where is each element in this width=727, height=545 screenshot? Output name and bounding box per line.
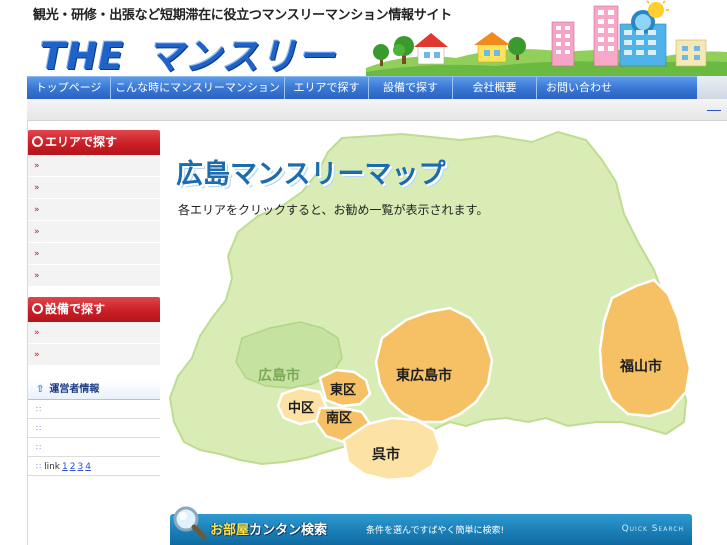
quick-search-bar: お部屋カンタン検索 条件を選んですばやく簡単に検索! Quick Search [170, 514, 692, 545]
chevron-right-icon: » [34, 271, 40, 281]
label-minami-ku[interactable]: 南区 [326, 410, 352, 426]
nav-item-company[interactable]: 会社概要 [453, 77, 537, 99]
link-label: link [44, 462, 61, 472]
region-fukuyama[interactable] [598, 278, 692, 418]
magnifier-icon [173, 506, 207, 540]
link-page-4[interactable]: 4 [85, 462, 91, 472]
list-item: » [28, 344, 160, 366]
nav-item-top[interactable]: トップページ [27, 77, 111, 99]
sidebar-facility-list: » » [28, 322, 160, 366]
sub-bar: ​​​​​​​​​​​​​​​​​​​​​​​​​​​​​​​​​​​​​​​​… [27, 99, 727, 121]
sidebar-facility-title: 設備で探す [45, 302, 106, 316]
list-item: » [28, 265, 160, 287]
list-item: » [28, 243, 160, 265]
sidebar-facility-link[interactable] [44, 348, 64, 360]
chevron-right-icon: » [34, 249, 40, 259]
sidebar-admin-link[interactable] [44, 424, 56, 434]
house-icon [414, 33, 448, 65]
chevron-right-icon: » [34, 227, 40, 237]
list-item: ∷ [28, 438, 160, 457]
link-page-2[interactable]: 2 [70, 462, 76, 472]
label-higashihiroshima[interactable]: 東広島市 [396, 367, 452, 384]
bullet-icon: ∷ [36, 424, 42, 433]
chevron-right-icon: » [34, 205, 40, 215]
sidebar-area-title: エリアで探す [45, 135, 118, 149]
list-item: » [28, 322, 160, 344]
list-item: ∷ [28, 419, 160, 438]
label-fukuyama[interactable]: 福山市 [619, 358, 662, 375]
logo-text-monthly: マンスリー [146, 35, 336, 76]
sidebar-area-link[interactable] [44, 269, 56, 281]
nav-item-contact[interactable]: お問い合わせ [537, 77, 621, 99]
list-item: » [28, 199, 160, 221]
sidebar-admin-list: ∷ ∷ ∷ ∷ link 1 2 3 4 [28, 400, 160, 476]
sidebar-admin-title: 運営者情報 [49, 384, 100, 395]
sidebar-area-heading: エリアで探す [28, 130, 160, 155]
quick-search-description: 条件を選んですばやく簡単に検索! [366, 526, 505, 536]
quick-search-title-part2: カンタン検索 [249, 523, 328, 538]
bullet-icon: ∷ [36, 462, 42, 471]
subbar-link[interactable]: ​​​​​​​​​​​​​​​​​​​​​​​​​​​​​​​​​​​​​​​​… [707, 105, 721, 113]
label-hiroshima-city[interactable]: 広島市 [258, 367, 300, 384]
sidebar-area-link[interactable] [44, 247, 56, 259]
bullet-icon: ∷ [36, 443, 42, 452]
map-title: 広島マンスリーマップ [176, 159, 446, 190]
site-header: 観光・研修・出張など短期滞在に役立つマンスリーマンション情報サイト THE マンス… [0, 0, 727, 76]
sidebar-facility-heading: 設備で探す [28, 297, 160, 322]
header-illustration [366, 0, 727, 76]
main-nav: トップページ こんな時にマンスリーマンション エリアで探す 設備で探す 会社概要… [27, 76, 697, 99]
quick-search-english-label: Quick Search [621, 524, 684, 534]
sidebar: エリアで探す » » » » » » 設備で探す » » ⇧ 運営者情報 ∷ ∷ … [28, 130, 160, 476]
nav-item-when-to-use[interactable]: こんな時にマンスリーマンション [111, 77, 285, 99]
map-subtitle: 各エリアをクリックすると、お勧め一覧が表示されます。 [178, 203, 489, 217]
nav-end-cap [697, 76, 727, 99]
link-page-1[interactable]: 1 [62, 462, 68, 472]
list-item: ∷ [28, 400, 160, 419]
logo-text-the: THE [40, 35, 125, 76]
sidebar-area-link[interactable] [44, 159, 56, 171]
chevron-right-icon: » [34, 328, 40, 338]
sidebar-admin-heading: ⇧ 運営者情報 [28, 380, 160, 400]
search-icon [32, 136, 43, 147]
label-higashi-ku[interactable]: 東区 [330, 382, 356, 398]
list-item: » [28, 177, 160, 199]
chevron-right-icon: » [34, 183, 40, 193]
sidebar-area-link[interactable] [44, 181, 56, 193]
nav-item-search-area[interactable]: エリアで探す [285, 77, 369, 99]
list-item: » [28, 221, 160, 243]
chevron-right-icon: » [34, 350, 40, 360]
home-icon: ⇧ [36, 384, 45, 395]
building-icon [551, 21, 575, 67]
link-page-3[interactable]: 3 [77, 462, 83, 472]
sidebar-area-link[interactable] [44, 225, 64, 237]
list-item: ∷ link 1 2 3 4 [28, 457, 160, 476]
nav-item-search-facility[interactable]: 設備で探す [369, 77, 453, 99]
sidebar-area-link[interactable] [44, 203, 56, 215]
chevron-right-icon: » [34, 161, 40, 171]
search-icon [32, 303, 43, 314]
sidebar-area-list: » » » » » » [28, 155, 160, 287]
main-content: 広島市 東区 中区 南区 東広島市 呉市 福山市 広島マンスリーマップ 各エリア… [166, 122, 727, 545]
list-item: » [28, 155, 160, 177]
label-naka-ku[interactable]: 中区 [288, 400, 314, 416]
sidebar-admin-link[interactable] [44, 405, 56, 415]
bullet-icon: ∷ [36, 405, 42, 414]
quick-search-title: お部屋カンタン検索 [210, 519, 327, 538]
sidebar-admin-link[interactable] [44, 443, 56, 453]
site-logo[interactable]: THE マンスリー [40, 26, 336, 76]
sidebar-facility-link[interactable] [44, 326, 66, 338]
sun-icon [646, 0, 669, 18]
label-kure[interactable]: 呉市 [372, 446, 400, 463]
quick-search-title-part1: お部屋 [210, 523, 250, 538]
